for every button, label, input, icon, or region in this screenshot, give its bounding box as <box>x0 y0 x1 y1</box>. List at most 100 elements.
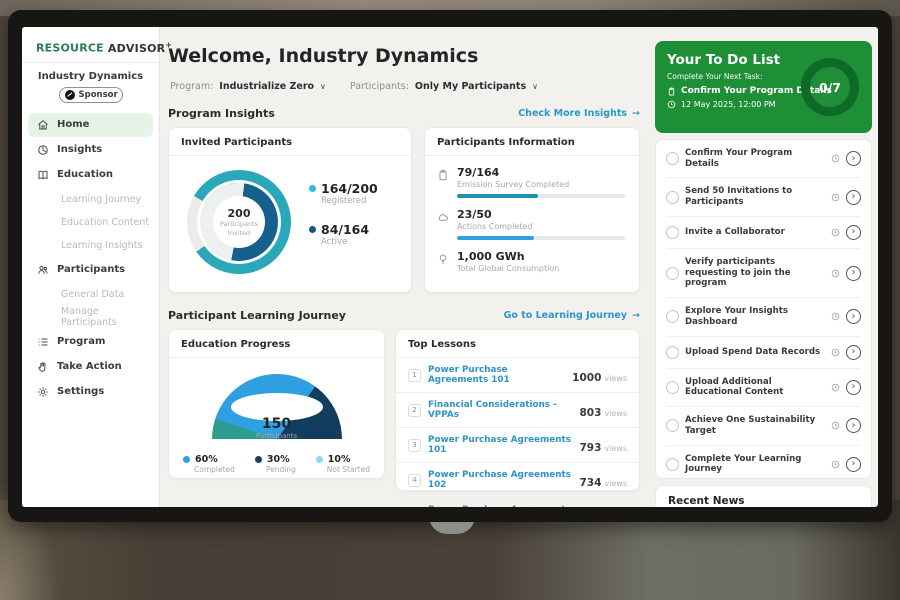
sponsor-label: Sponsor <box>79 90 118 100</box>
sidebar-item-general-data[interactable]: General Data <box>28 283 153 306</box>
task-go-button[interactable]: › <box>846 345 861 360</box>
participants-filter-label: Participants: <box>350 81 409 92</box>
sponsor-badge[interactable]: Sponsor <box>59 87 123 103</box>
chevron-right-icon: › <box>852 312 856 322</box>
lesson-rank: 4 <box>408 474 421 487</box>
lesson-link[interactable]: Power Purchase Agreements 101 <box>428 435 572 455</box>
task-go-button[interactable]: › <box>846 151 861 166</box>
task-row[interactable]: Explore Your Insights Dashboard › <box>666 297 861 335</box>
task-go-button[interactable]: › <box>846 190 861 205</box>
program-insights-header: Program Insights Check More Insights → <box>168 107 640 120</box>
todo-progress-value: 0/7 <box>819 80 841 95</box>
logo-secondary: ADVISOR+ <box>108 42 172 55</box>
dashboard-screen: RESOURCE ADVISOR+ Industry Dynamics Spon… <box>22 27 878 507</box>
legend-dot <box>255 456 262 463</box>
chevron-right-icon: › <box>852 268 856 278</box>
task-row[interactable]: Upload Spend Data Records › <box>666 336 861 368</box>
arrow-right-icon: → <box>632 310 640 321</box>
legend-active: 84/164 Active <box>309 222 378 247</box>
lesson-link[interactable]: Power Purchase Agreements 103 <box>428 505 572 507</box>
sidebar-item-education-content[interactable]: Education Content <box>28 211 153 234</box>
section-title: Participant Learning Journey <box>168 309 346 322</box>
hand-action-icon <box>37 361 49 373</box>
sidebar-item-insights[interactable]: Insights <box>28 138 153 162</box>
task-checkbox[interactable] <box>666 346 679 359</box>
invited-participants-card: Invited Participants 200 Participants In… <box>168 127 412 293</box>
list-icon <box>37 336 49 348</box>
book-icon <box>37 169 49 181</box>
go-to-learning-journey-link[interactable]: Go to Learning Journey → <box>504 310 640 321</box>
task-row[interactable]: Send 50 Invitations to Participants › <box>666 177 861 215</box>
task-go-button[interactable]: › <box>846 225 861 240</box>
task-checkbox[interactable] <box>666 152 679 165</box>
task-row[interactable]: Achieve One Sustainability Target › <box>666 406 861 444</box>
donut-legend: 164/200 Registered 84/164 Active <box>309 181 378 263</box>
clock-icon <box>831 154 840 163</box>
lesson-link[interactable]: Financial Considerations - VPPAs <box>428 400 572 420</box>
task-go-button[interactable]: › <box>846 266 861 281</box>
task-checkbox[interactable] <box>666 226 679 239</box>
task-checkbox[interactable] <box>666 458 679 471</box>
task-go-button[interactable]: › <box>846 309 861 324</box>
participants-filter-value[interactable]: Only My Participants <box>415 81 526 92</box>
sidebar-item-take-action[interactable]: Take Action <box>28 355 153 379</box>
task-go-button[interactable]: › <box>846 380 861 395</box>
top-lessons-card: Top Lessons 1 Power Purchase Agreements … <box>395 329 640 491</box>
task-row[interactable]: Upload Additional Educational Content › <box>666 368 861 406</box>
task-checkbox[interactable] <box>666 267 679 280</box>
bulb-icon <box>437 253 449 265</box>
arrow-right-icon: → <box>632 108 640 119</box>
task-row[interactable]: Invite a Collaborator › <box>666 216 861 248</box>
stat-actions-completed: 23/50 Actions Completed <box>425 198 639 240</box>
gauge-center-label: Participants <box>212 432 342 440</box>
sidebar-item-program[interactable]: Program <box>28 330 153 354</box>
card-title: Invited Participants <box>169 128 411 156</box>
clock-icon <box>831 193 840 202</box>
lesson-row: 4 Power Purchase Agreements 102 734views <box>396 463 639 498</box>
todo-tasks-card: Confirm Your Program Details › Send 50 I… <box>655 139 872 479</box>
progress-bar <box>457 236 625 240</box>
task-row[interactable]: Verify participants requesting to join t… <box>666 248 861 297</box>
app-logo: RESOURCE ADVISOR+ <box>36 40 145 55</box>
legend-dot <box>316 456 323 463</box>
monitor-bezel: RESOURCE ADVISOR+ Industry Dynamics Spon… <box>8 10 892 522</box>
todo-header-card: Your To Do List Complete Your Next Task:… <box>655 41 872 133</box>
sidebar-item-learning-insights[interactable]: Learning Insights <box>28 234 153 257</box>
sidebar: RESOURCE ADVISOR+ Industry Dynamics Spon… <box>22 27 160 507</box>
sidebar-item-education[interactable]: Education <box>28 163 153 187</box>
lesson-link[interactable]: Power Purchase Agreements 102 <box>428 470 572 490</box>
chevron-right-icon: › <box>852 154 856 164</box>
lesson-rank: 3 <box>408 439 421 452</box>
sidebar-item-settings[interactable]: Settings <box>28 380 153 404</box>
chevron-down-icon[interactable]: ∨ <box>320 82 326 91</box>
task-checkbox[interactable] <box>666 381 679 394</box>
cloud-icon <box>437 211 449 223</box>
section-title: Program Insights <box>168 107 275 120</box>
sidebar-item-participants[interactable]: Participants <box>28 258 153 282</box>
insights-icon <box>37 144 49 156</box>
sponsor-icon <box>65 90 75 100</box>
chevron-down-icon[interactable]: ∨ <box>532 82 538 91</box>
task-checkbox[interactable] <box>666 419 679 432</box>
task-go-button[interactable]: › <box>846 418 861 433</box>
sidebar-item-manage-participants[interactable]: Manage Participants <box>28 306 153 329</box>
lesson-row: 2 Financial Considerations - VPPAs 803vi… <box>396 393 639 428</box>
task-go-button[interactable]: › <box>846 457 861 472</box>
stat-global-consumption: 1,000 GWh Total Global Consumption <box>425 240 639 278</box>
sidebar-item-learning-journey[interactable]: Learning Journey <box>28 188 153 211</box>
participants-icon <box>37 264 49 276</box>
task-checkbox[interactable] <box>666 191 679 204</box>
clock-icon <box>831 460 840 469</box>
task-row[interactable]: Complete Your Learning Journey › <box>666 445 861 483</box>
task-checkbox[interactable] <box>666 310 679 323</box>
lesson-link[interactable]: Power Purchase Agreements 101 <box>428 365 565 385</box>
clipboard-icon <box>667 87 676 96</box>
chevron-right-icon: › <box>852 227 856 237</box>
task-row[interactable]: Confirm Your Program Details › <box>666 140 861 177</box>
program-filter-value[interactable]: Industrialize Zero <box>219 81 314 92</box>
legend-dot <box>183 456 190 463</box>
page-title: Welcome, Industry Dynamics <box>168 45 478 67</box>
check-more-insights-link[interactable]: Check More Insights → <box>518 108 640 119</box>
sidebar-item-home[interactable]: Home <box>28 113 153 137</box>
gear-icon <box>37 386 49 398</box>
